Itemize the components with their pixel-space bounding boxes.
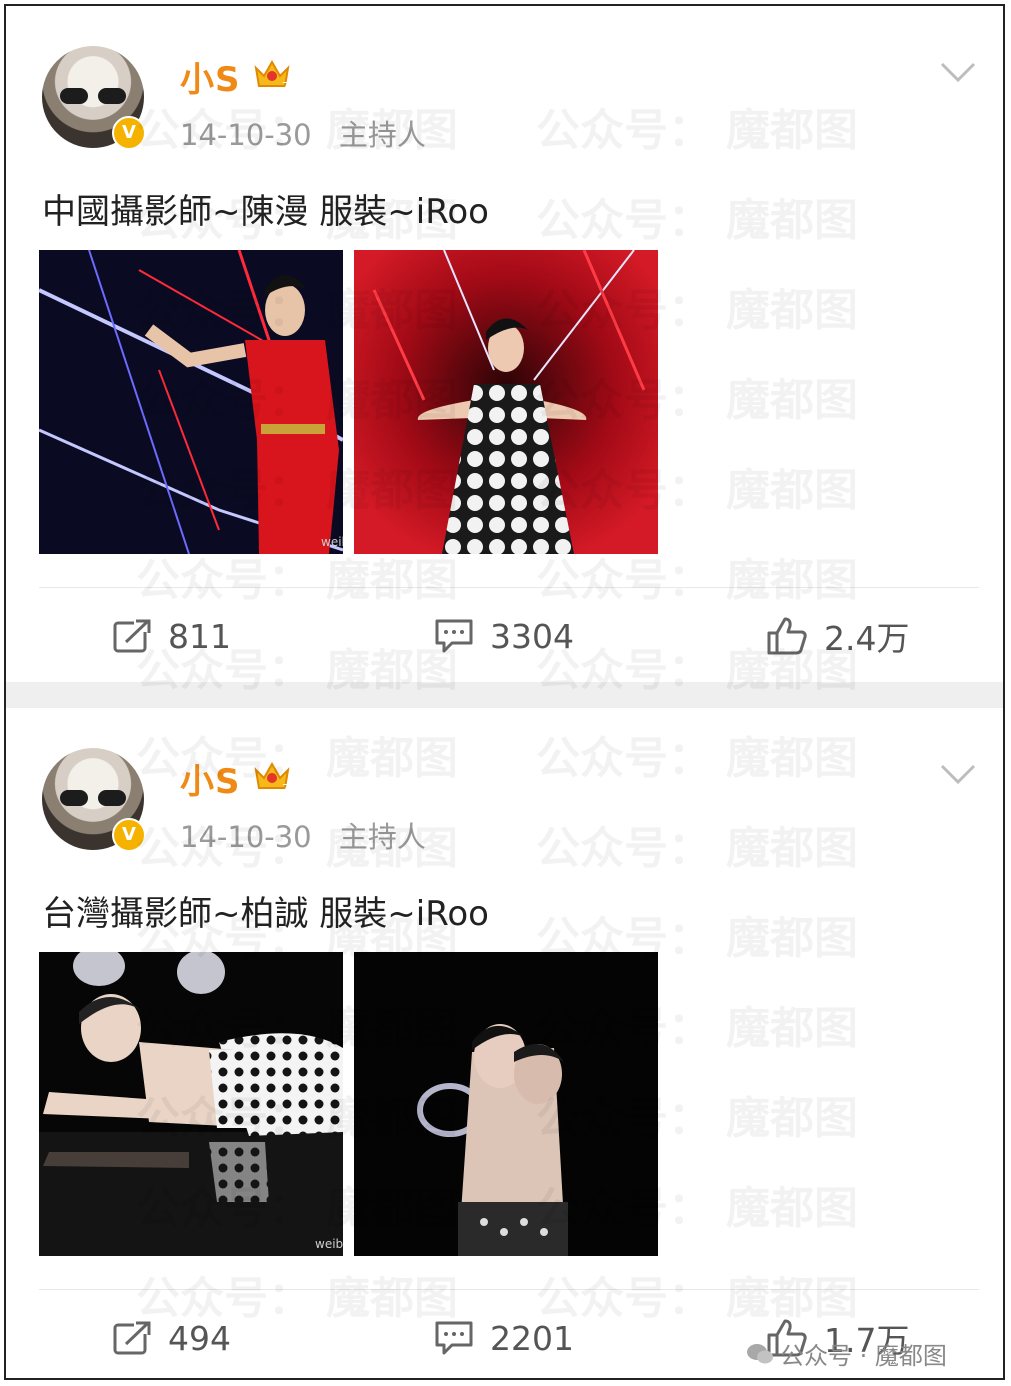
post-meta: 14-10-30 主持人 (180, 814, 444, 856)
crown-icon: 7 (254, 761, 290, 794)
comment-icon (435, 619, 473, 653)
weibo-post: V 小S 7 14-10-30 主持人 中國攝影師~陳漫 服裝~iRoo wei… (6, 6, 1003, 682)
username[interactable]: 小S (180, 754, 241, 803)
image-watermark: weib (315, 1237, 343, 1251)
svg-text:7: 7 (282, 80, 289, 92)
post-image-reclining-pose[interactable]: weib (39, 952, 343, 1256)
crown-icon: 7 (254, 59, 290, 92)
repost-count: 494 (168, 1318, 231, 1358)
like-button[interactable]: 2.4万 (766, 614, 909, 658)
svg-text:7: 7 (282, 782, 289, 794)
like-count: 2.4万 (824, 619, 910, 658)
post-date: 14-10-30 (180, 820, 312, 854)
user-role: 主持人 (338, 820, 426, 854)
username[interactable]: 小S (180, 52, 241, 101)
weibo-post: V 小S 7 14-10-30 主持人 台灣攝影師~柏誠 服裝~iRoo wei… (6, 708, 1003, 1378)
chevron-down-icon[interactable] (940, 60, 976, 84)
repost-icon (113, 1320, 152, 1355)
credit-text: 公众号 · 魔都图 (780, 1342, 947, 1370)
repost-button[interactable]: 811 (112, 614, 231, 658)
verified-icon: V (112, 818, 146, 852)
post-separator (6, 682, 1003, 708)
like-icon (767, 617, 807, 655)
wechat-icon (747, 1343, 773, 1363)
repost-button[interactable]: 494 (112, 1316, 231, 1360)
divider (39, 1289, 979, 1290)
post-text: 中國攝影師~陳漫 服裝~iRoo (42, 192, 489, 232)
post-image-red-dress[interactable]: weib (39, 250, 343, 554)
comment-button[interactable]: 2201 (434, 1316, 574, 1360)
verified-icon: V (112, 116, 146, 150)
chevron-down-icon[interactable] (940, 762, 976, 786)
comment-icon (435, 1321, 473, 1355)
post-text: 台灣攝影師~柏誠 服裝~iRoo (42, 894, 489, 934)
image-watermark: weib (321, 535, 343, 549)
post-meta: 14-10-30 主持人 (180, 112, 444, 154)
post-date: 14-10-30 (180, 118, 312, 152)
source-credit: 公众号 · 魔都图 (746, 1336, 947, 1371)
user-role: 主持人 (338, 118, 426, 152)
comment-count: 2201 (490, 1318, 574, 1358)
screenshot-frame: V 小S 7 14-10-30 主持人 中國攝影師~陳漫 服裝~iRoo wei… (4, 4, 1005, 1380)
post-image-double-face[interactable] (354, 952, 658, 1256)
post-image-polka-dress[interactable] (354, 250, 658, 554)
repost-icon (113, 618, 152, 653)
comment-count: 3304 (490, 616, 574, 656)
divider (39, 587, 979, 588)
repost-count: 811 (168, 616, 231, 656)
comment-button[interactable]: 3304 (434, 614, 574, 658)
